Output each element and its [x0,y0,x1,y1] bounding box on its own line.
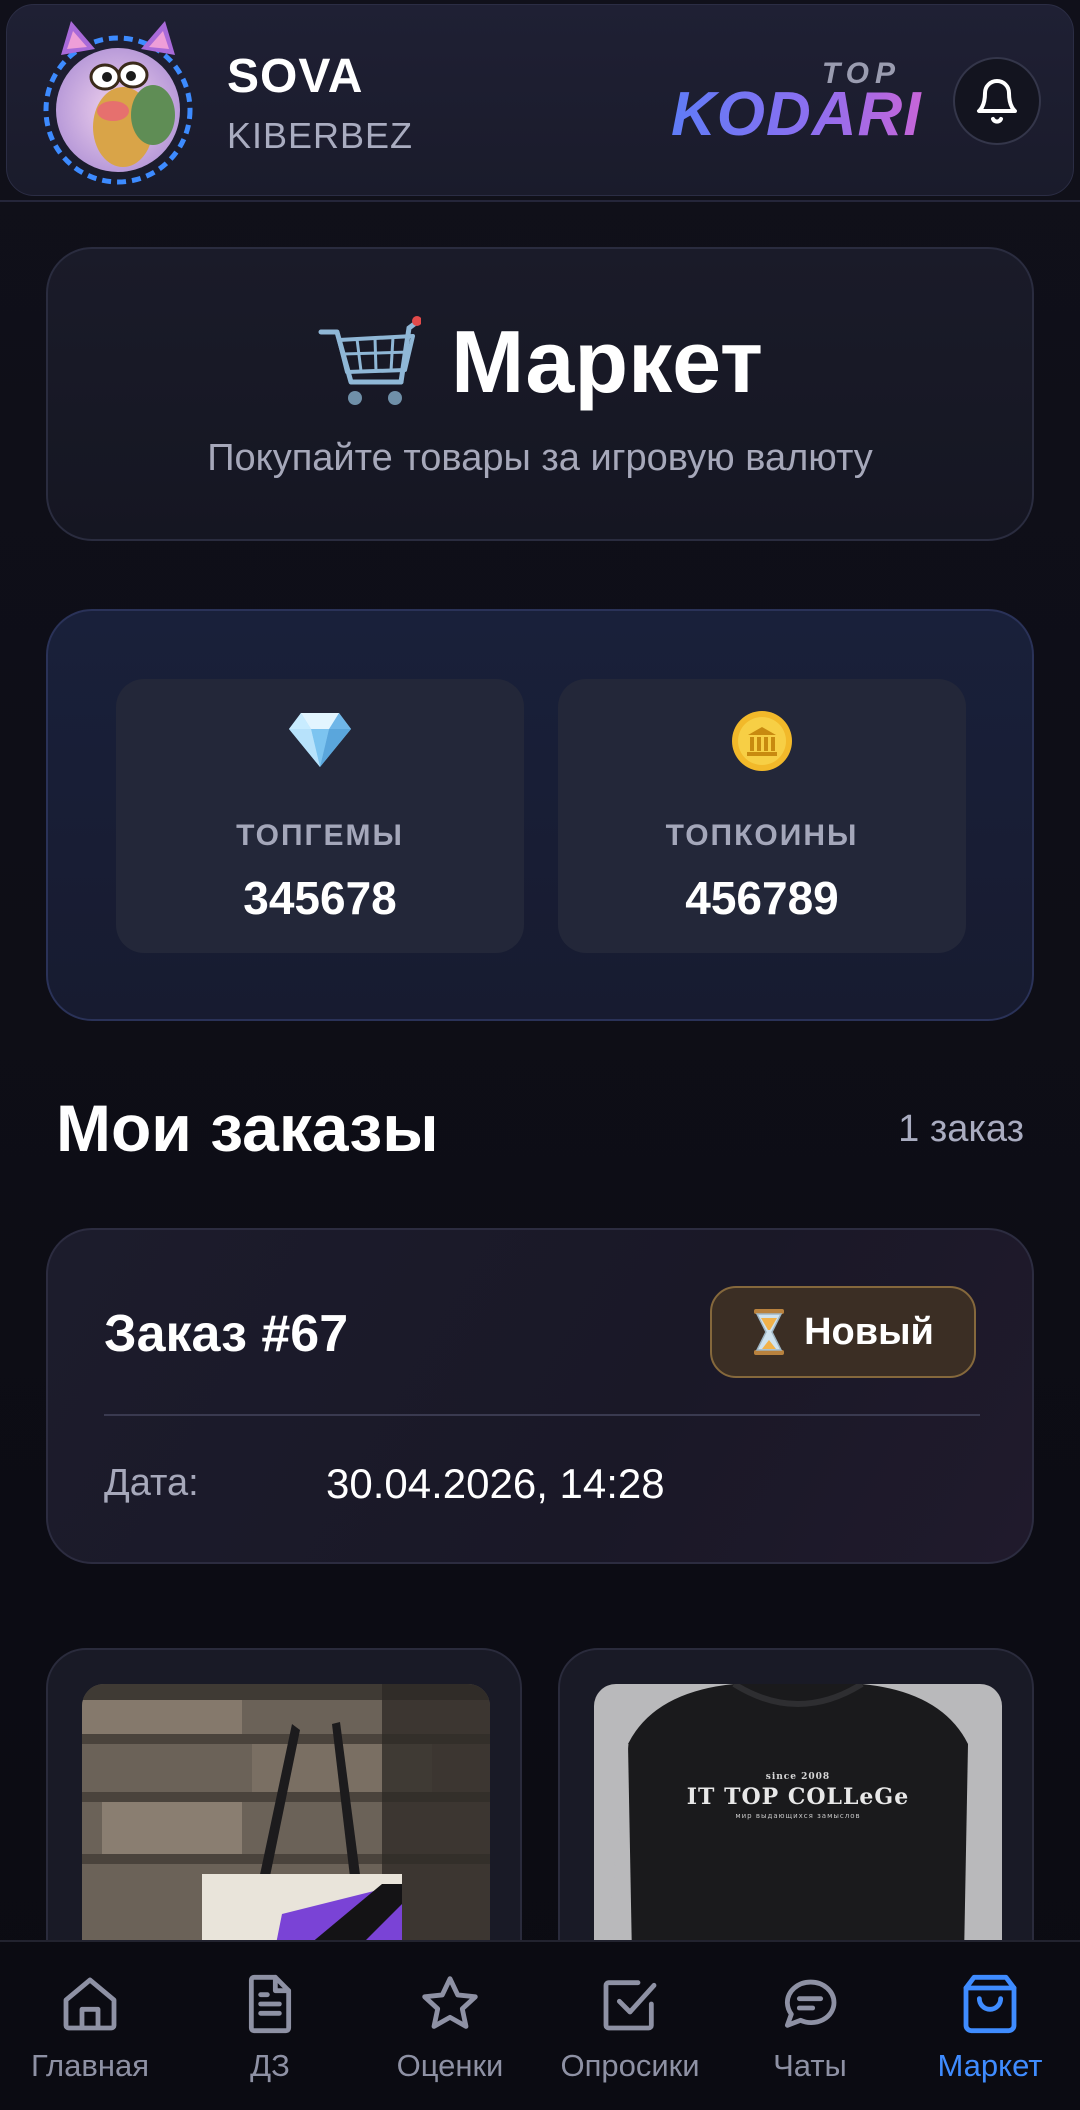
market-hero-card: Маркет Покупайте товары за игровую валют… [46,247,1034,541]
nav-item-grades[interactable]: Оценки [360,1972,540,2102]
order-card[interactable]: Заказ #67 Новый Дата: 30.04.2026, 14:28 [46,1228,1034,1564]
status-badge: Новый [710,1286,976,1378]
balance-card: ТОПГЕМЫ 345678 ТОПКОИНЫ 456789 [46,609,1034,1021]
topgems-label: ТОПГЕМЫ [236,819,404,852]
nav-label-home: Главная [31,2048,149,2083]
chat-icon [784,1979,837,2028]
star-icon [422,1976,478,2029]
nav-item-home[interactable]: Главная [0,1972,180,2102]
header-divider [0,200,1080,202]
market-subtitle: Покупайте товары за игровую валюту [207,437,873,479]
orders-section-title: Мои заказы [56,1091,439,1165]
checkbox-icon [603,1980,657,2031]
page-title: Маркет [451,312,763,411]
topcoins-balance: ТОПКОИНЫ 456789 [558,679,966,953]
shopping-cart-icon [318,316,421,405]
home-icon [63,1977,117,2031]
nav-item-market[interactable]: Маркет [900,1972,1080,2102]
bottom-navigation: Главная ДЗ Оценки Опросики Чаты Маркет [0,1940,1080,2110]
order-number: Заказ #67 [104,1305,349,1363]
market-title-row: Маркет [48,311,1032,413]
avatar[interactable] [33,15,203,185]
hourglass-icon [754,1309,785,1355]
status-text: Новый [804,1310,934,1353]
nav-item-polls[interactable]: Опросики [540,1972,720,2102]
bell-icon [977,79,1017,124]
order-date-value: 30.04.2026, 14:28 [326,1460,665,1507]
topgems-value: 345678 [243,872,397,924]
kodari-logo: TOP KODARI [671,57,921,157]
nav-label-polls: Опросики [560,2048,700,2083]
page: SOVA KIBERBEZ TOP KODARI Маркет Покупайт… [0,0,1080,2110]
coin-icon [732,711,792,771]
orders-count: 1 заказ [898,1108,1024,1150]
nav-item-homework[interactable]: ДЗ [180,1972,360,2102]
sweatshirt-print-tagline: мир выдающихся замыслов [735,1812,861,1820]
nav-label-market: Маркет [937,2048,1043,2083]
top-header: SOVA KIBERBEZ TOP KODARI [6,4,1074,196]
topcoins-value: 456789 [685,872,839,924]
notifications-button[interactable] [953,57,1041,145]
sweatshirt-print-since: since 2008 [765,1772,831,1782]
user-name: SOVA [227,50,364,103]
bag-icon [963,1974,1017,2034]
nav-item-chats[interactable]: Чаты [720,1972,900,2102]
topcoins-label: ТОПКОИНЫ [665,819,859,852]
logo-main-text: KODARI [671,80,922,149]
topgems-balance: ТОПГЕМЫ 345678 [116,679,524,953]
nav-label-homework: ДЗ [250,2048,290,2083]
user-group: KIBERBEZ [227,115,414,156]
document-icon [248,1974,292,2034]
sweatshirt-print-title: IT TOP COLLeGe [686,1784,910,1810]
order-divider [104,1414,980,1416]
nav-label-chats: Чаты [773,2048,847,2083]
order-date-label: Дата: [104,1462,199,1504]
gem-icon [289,713,351,767]
nav-label-grades: Оценки [396,2048,504,2083]
